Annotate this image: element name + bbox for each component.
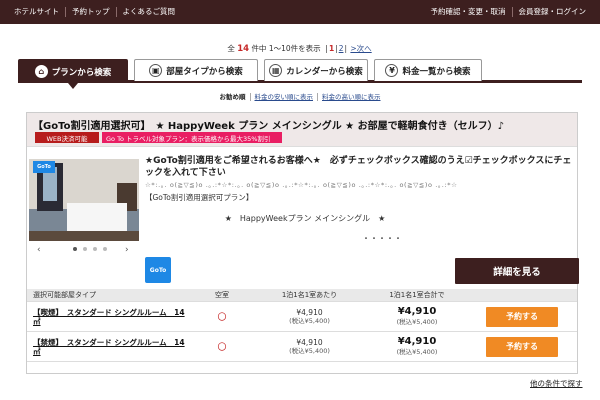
price-tax: (税込¥5,400) <box>289 316 330 325</box>
goto-travel-logo: GoTo <box>145 257 171 283</box>
vacancy-mark: 〇 <box>217 343 227 353</box>
plan-title[interactable]: 【GoTo割引適用選択可】 ★ HappyWeek プラン メインシングル ★ … <box>33 117 504 132</box>
book-button[interactable]: 予約する <box>486 306 558 327</box>
photo-carousel-dots <box>73 247 113 251</box>
top-nav-right: 予約確認・変更・取消 会員登録・ログイン <box>425 7 593 17</box>
top-nav-bar: ホテルサイト 予約トップ よくあるご質問 予約確認・変更・取消 会員登録・ログイ… <box>0 0 600 24</box>
room-type-link[interactable]: 【禁煙】 スタンダード シングルルーム 14㎡ <box>27 338 192 356</box>
calendar-icon: ▦ <box>269 64 283 77</box>
header-room-type: 選択可能部屋タイプ <box>33 291 96 299</box>
photo-bed <box>67 203 127 233</box>
pager-prefix: 全 <box>227 44 235 53</box>
tab-plan-label: プランから検索 <box>51 67 112 78</box>
total-value: ¥4,910 <box>397 335 437 347</box>
photo-floor <box>29 231 139 241</box>
header-vacancy: 空室 <box>215 291 229 299</box>
carousel-dot[interactable] <box>93 247 97 251</box>
price-icon: ¥ <box>385 64 399 77</box>
other-conditions-link[interactable]: 他の条件で探す <box>530 378 583 389</box>
search-tabs: ⌂ プランから検索 ▣ 部屋タイプから検索 ▦ カレンダーから検索 ¥ 料金一覧… <box>18 59 582 89</box>
price-per: ¥4,910 (税込¥5,400) <box>252 308 367 326</box>
total-tax: (税込¥5,400) <box>396 347 438 356</box>
total-value: ¥4,910 <box>397 305 437 317</box>
tab-price-list-search[interactable]: ¥ 料金一覧から検索 <box>374 59 482 81</box>
carousel-dot[interactable] <box>73 247 77 251</box>
sort-bar: お勧め順 料金の安い順に表示 料金の高い順に表示 <box>0 91 600 101</box>
table-row: 【喫煙】 スタンダード シングルルーム 14㎡ 〇 ¥4,910 (税込¥5,4… <box>27 302 577 332</box>
next-page-link[interactable]: >次へ <box>350 44 371 53</box>
web-payment-badge: WEB決済可能 <box>35 132 99 143</box>
plan-icon: ⌂ <box>34 65 48 78</box>
top-nav-left: ホテルサイト 予約トップ よくあるご質問 <box>8 7 181 17</box>
price-value: ¥4,910 <box>296 337 323 347</box>
goto-photo-logo: GoTo <box>33 161 55 173</box>
result-count: 14 <box>237 44 250 54</box>
total-tax: (税込¥5,400) <box>396 317 438 326</box>
view-details-button[interactable]: 詳細を見る <box>455 258 579 284</box>
tab-room-type-search[interactable]: ▣ 部屋タイプから検索 <box>134 59 258 81</box>
book-cell: 予約する <box>467 306 577 327</box>
price-per: ¥4,910 (税込¥5,400) <box>252 338 367 356</box>
page-1-link[interactable]: 1 <box>329 44 334 53</box>
plan-ellipsis: ・・・・・ <box>362 234 402 243</box>
room-photo[interactable]: GoTo <box>29 159 139 241</box>
room-icon: ▣ <box>149 64 163 77</box>
room-table-header: 選択可能部屋タイプ 空室 1泊1名1室あたり 1泊1名1室合計で <box>27 289 577 302</box>
carousel-dot[interactable] <box>83 247 87 251</box>
faq-link[interactable]: よくあるご質問 <box>117 7 182 17</box>
plan-name-line: ★ HappyWeekプラン メインシングル ★ <box>224 214 386 223</box>
plan-header: 【GoTo割引適用選択可】 ★ HappyWeek プラン メインシングル ★ … <box>27 113 577 147</box>
tab-calendar-search[interactable]: ▦ カレンダーから検索 <box>264 59 368 81</box>
header-price-total: 1泊1名1室合計で <box>389 291 445 299</box>
decorative-stars: ☆*:.｡. o(≧▽≦)o .｡.:*☆*:.｡. o(≧▽≦)o .｡.:*… <box>145 181 458 189</box>
price-value: ¥4,910 <box>296 307 323 317</box>
tab-room-type-label: 部屋タイプから検索 <box>166 66 243 77</box>
room-table: 選択可能部屋タイプ 空室 1泊1名1室あたり 1泊1名1室合計で 【喫煙】 スタ… <box>27 289 577 362</box>
sort-recommended[interactable]: お勧め順 <box>215 93 251 101</box>
price-total: ¥4,910 (税込¥5,400) <box>367 306 467 328</box>
active-tab-caret <box>68 83 78 89</box>
tab-plan-search[interactable]: ⌂ プランから検索 <box>18 59 128 89</box>
hotel-site-link[interactable]: ホテルサイト <box>8 7 66 17</box>
plan-card: 【GoTo割引適用選択可】 ★ HappyWeek プラン メインシングル ★ … <box>26 112 579 374</box>
sort-price-high-link[interactable]: 料金の高い順に表示 <box>318 93 385 101</box>
pager-range: 件中 1〜10件を表示 <box>251 44 321 53</box>
vacancy-mark: 〇 <box>217 313 227 323</box>
tab-price-list-label: 料金一覧から検索 <box>402 66 471 77</box>
sort-price-low-link[interactable]: 料金の安い順に表示 <box>250 93 318 101</box>
plan-description: ★GoTo割引適用をご希望されるお客様へ★ 必ずチェックボックス確認のうえ☑チェ… <box>145 156 572 178</box>
book-cell: 予約する <box>467 336 577 357</box>
page-2-link[interactable]: 2 <box>339 44 344 53</box>
reservation-top-link[interactable]: 予約トップ <box>66 7 117 17</box>
header-price-per: 1泊1名1室あたり <box>281 291 338 299</box>
result-pager: 全 14 件中 1〜10件を表示 |1|2| >次へ <box>227 44 372 54</box>
price-tax: (税込¥5,400) <box>289 346 330 355</box>
reservation-manage-link[interactable]: 予約確認・変更・取消 <box>425 7 513 17</box>
price-total: ¥4,910 (税込¥5,400) <box>367 336 467 358</box>
table-row: 【禁煙】 スタンダード シングルルーム 14㎡ 〇 ¥4,910 (税込¥5,4… <box>27 332 577 362</box>
plan-subtitle: 【GoTo割引適用選択可プラン】 <box>145 193 254 202</box>
room-type-link[interactable]: 【喫煙】 スタンダード シングルルーム 14㎡ <box>27 308 192 326</box>
book-button[interactable]: 予約する <box>486 336 558 357</box>
goto-travel-badge: Go To トラベル対象プラン：表示価格から最大35%割引 <box>102 132 282 143</box>
chevron-left-icon[interactable]: ‹ <box>37 245 41 255</box>
tab-calendar-label: カレンダーから検索 <box>286 66 363 77</box>
carousel-dot[interactable] <box>103 247 107 251</box>
member-login-link[interactable]: 会員登録・ログイン <box>513 7 593 17</box>
chevron-right-icon[interactable]: › <box>125 245 129 255</box>
